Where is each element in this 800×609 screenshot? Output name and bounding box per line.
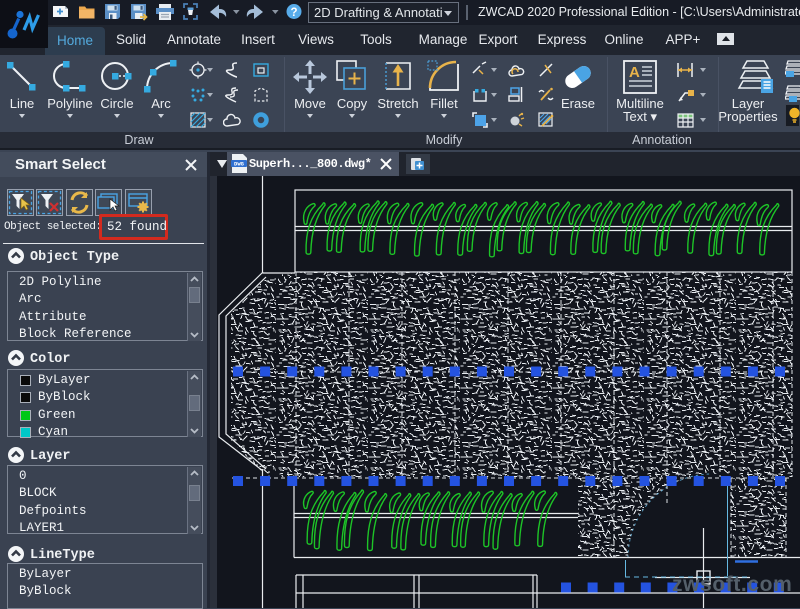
svg-text:A: A <box>629 64 640 81</box>
svg-text:DWG: DWG <box>234 161 245 168</box>
svg-text:?: ? <box>290 7 297 19</box>
svg-text:zwsoft.com: zwsoft.com <box>672 573 792 596</box>
